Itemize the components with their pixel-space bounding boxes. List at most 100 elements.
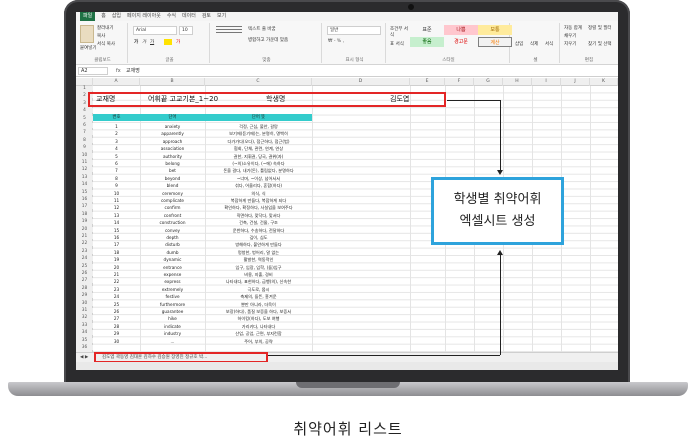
row-number[interactable]: 28 — [76, 285, 93, 291]
delete-cells-button[interactable]: 삭제 — [530, 41, 538, 47]
row-number[interactable]: 18 — [76, 211, 93, 217]
row-number[interactable]: 31 — [76, 308, 93, 313]
copy-button[interactable]: 복사 — [97, 33, 105, 39]
col-f[interactable]: F — [445, 78, 474, 86]
cut-button[interactable]: 잘라내기 — [97, 25, 114, 31]
tab-view[interactable]: 보기 — [217, 12, 226, 21]
row-number[interactable]: 11 — [76, 160, 93, 165]
row-number[interactable]: 23 — [76, 248, 93, 254]
row-number[interactable]: 30 — [76, 300, 93, 306]
format-cells-button[interactable]: 서식 — [545, 41, 553, 47]
underline-icon[interactable]: 가 — [150, 39, 154, 45]
row-number[interactable]: 32 — [76, 315, 93, 321]
row-number[interactable]: 9 — [76, 145, 93, 151]
table-row[interactable]: 27 hike 하이킹(하다), 도보 여행 — [93, 315, 312, 322]
tab-home[interactable]: 홈 — [101, 12, 106, 21]
row-number[interactable]: 21 — [76, 234, 93, 239]
number-format-select[interactable]: 일반 — [327, 26, 381, 35]
table-row[interactable]: 5 authority 권한, 지휘권, 당국, 권위(자) — [93, 153, 312, 160]
formula-input[interactable]: 교재명 — [126, 67, 140, 76]
currency-icon[interactable]: ₩ - % , — [328, 39, 344, 44]
row-number[interactable]: 5 — [76, 115, 93, 121]
style-warning[interactable]: 경고문 — [444, 37, 478, 47]
row-number[interactable]: 1 — [76, 86, 93, 91]
row-number[interactable]: 36 — [76, 345, 93, 350]
row-number[interactable]: 33 — [76, 322, 93, 328]
table-row[interactable]: 3 approach 다가가다(오다), 접근하다, 접근(법) — [93, 138, 312, 145]
style-neutral[interactable]: 보통 — [478, 25, 512, 35]
wrap-text-button[interactable]: 텍스트 줄 바꿈 — [248, 26, 276, 32]
align-icons[interactable] — [216, 26, 242, 34]
table-row[interactable]: 26 guarantee 보장(하다), 품질 보증을 하다, 보증서 — [93, 308, 312, 315]
table-row[interactable]: 25 furthermore 뿐만 아니라, 더욱이 — [93, 301, 312, 308]
col-d[interactable]: D — [312, 78, 410, 86]
italic-icon[interactable]: 가 — [142, 39, 146, 45]
style-good[interactable]: 좋음 — [410, 37, 444, 47]
table-row[interactable]: 18 dumb 멍청한, 벙어리, 말 없는 — [93, 249, 312, 256]
paste-icon[interactable] — [80, 25, 94, 43]
row-number[interactable]: 34 — [76, 330, 93, 336]
row-number[interactable]: 15 — [76, 189, 93, 195]
row-number[interactable]: 6 — [76, 123, 93, 128]
row-number[interactable]: 24 — [76, 256, 93, 262]
table-row[interactable]: 4 association 협회, 단체, 관련, 연계, 연상 — [93, 145, 312, 152]
row-number[interactable]: 19 — [76, 219, 93, 225]
table-row[interactable]: 19 dynamic 활발한, 역동적인 — [93, 256, 312, 263]
font-name-select[interactable]: Arial — [133, 26, 177, 35]
col-g[interactable]: G — [474, 78, 503, 86]
conditional-format-button[interactable]: 조건부 서식 — [390, 26, 408, 38]
table-row[interactable]: 16 depth 깊이, 심도 — [93, 234, 312, 241]
table-row[interactable]: 1 anxiety 걱정, 근심, 불안, 갈망 — [93, 123, 312, 130]
row-number[interactable]: 22 — [76, 241, 93, 247]
table-row[interactable]: 17 disturb 방해하다, 불안하게 만들다 — [93, 241, 312, 248]
style-calc[interactable]: 계산 — [478, 37, 512, 47]
row-number[interactable]: 7 — [76, 130, 93, 136]
table-row[interactable]: 24 festive 축제의, 들뜬, 흥겨운 — [93, 293, 312, 300]
row-number[interactable]: 35 — [76, 337, 93, 343]
paste-button[interactable]: 붙여넣기 — [80, 45, 97, 51]
row-number[interactable]: 8 — [76, 137, 93, 143]
table-row[interactable]: 22 express 나타내다, 표현하다, 급행(의), 신속한 — [93, 278, 312, 285]
row-number[interactable]: 14 — [76, 182, 93, 188]
fill-button[interactable]: 채우기 — [564, 33, 576, 39]
table-row[interactable]: 28 indicate 가리키다, 나타내다 — [93, 323, 312, 330]
sort-filter-button[interactable]: 정렬 및 필터 — [588, 25, 614, 31]
row-number[interactable]: 20 — [76, 226, 93, 232]
fill-color-icon[interactable] — [164, 39, 172, 45]
tab-insert[interactable]: 삽입 — [112, 12, 121, 21]
row-number[interactable]: 12 — [76, 167, 93, 173]
name-box[interactable]: A2 — [78, 67, 108, 75]
bold-icon[interactable]: 가 — [134, 39, 138, 45]
col-a[interactable]: A — [93, 78, 140, 86]
row-number[interactable]: 13 — [76, 174, 93, 180]
tab-page-layout[interactable]: 페이지 레이아웃 — [127, 12, 161, 21]
col-h[interactable]: H — [503, 78, 532, 86]
table-row[interactable]: 8 beyond ~너머, ~이상, 넘어서서 — [93, 175, 312, 182]
col-i[interactable]: I — [532, 78, 561, 86]
col-j[interactable]: J — [561, 78, 590, 86]
row-number[interactable]: 29 — [76, 293, 93, 299]
table-row[interactable]: 12 confirm 확인하다, 확정하다, 사실임을 보여주다 — [93, 204, 312, 211]
table-row[interactable]: 2 apparently 보기에(듣기에)는, 분명히, 명백히 — [93, 130, 312, 137]
table-format-button[interactable]: 표 서식 — [390, 41, 408, 47]
row-number[interactable]: 25 — [76, 263, 93, 269]
tab-data[interactable]: 데이터 — [182, 12, 196, 21]
col-e[interactable]: E — [410, 78, 445, 86]
style-normal[interactable]: 표준 — [410, 25, 444, 35]
insert-cells-button[interactable]: 삽입 — [515, 41, 523, 47]
row-number[interactable]: 4 — [76, 108, 93, 114]
fx-icon[interactable]: fx — [116, 67, 121, 76]
select-all-corner[interactable] — [76, 78, 93, 86]
merge-center-button[interactable]: 병합하고 가운데 맞춤 — [248, 37, 288, 43]
font-size-select[interactable]: 10 — [179, 26, 193, 35]
style-bad[interactable]: 나쁨 — [444, 25, 478, 35]
row-number[interactable]: 16 — [76, 197, 93, 202]
table-row[interactable]: 13 confront 직면하다, 맞닥다, 맞서다 — [93, 212, 312, 219]
row-number[interactable]: 10 — [76, 152, 93, 158]
format-painter-button[interactable]: 서식 복사 — [97, 41, 115, 47]
col-k[interactable]: K — [590, 78, 618, 86]
table-row[interactable]: 20 entrance 입구, 입장, 입학, (들)입구 — [93, 264, 312, 271]
row-number[interactable]: 27 — [76, 278, 93, 284]
table-row[interactable]: 14 construction 건축, 건설, 건물, 구조 — [93, 219, 312, 226]
tab-file[interactable]: 파일 — [80, 12, 96, 21]
